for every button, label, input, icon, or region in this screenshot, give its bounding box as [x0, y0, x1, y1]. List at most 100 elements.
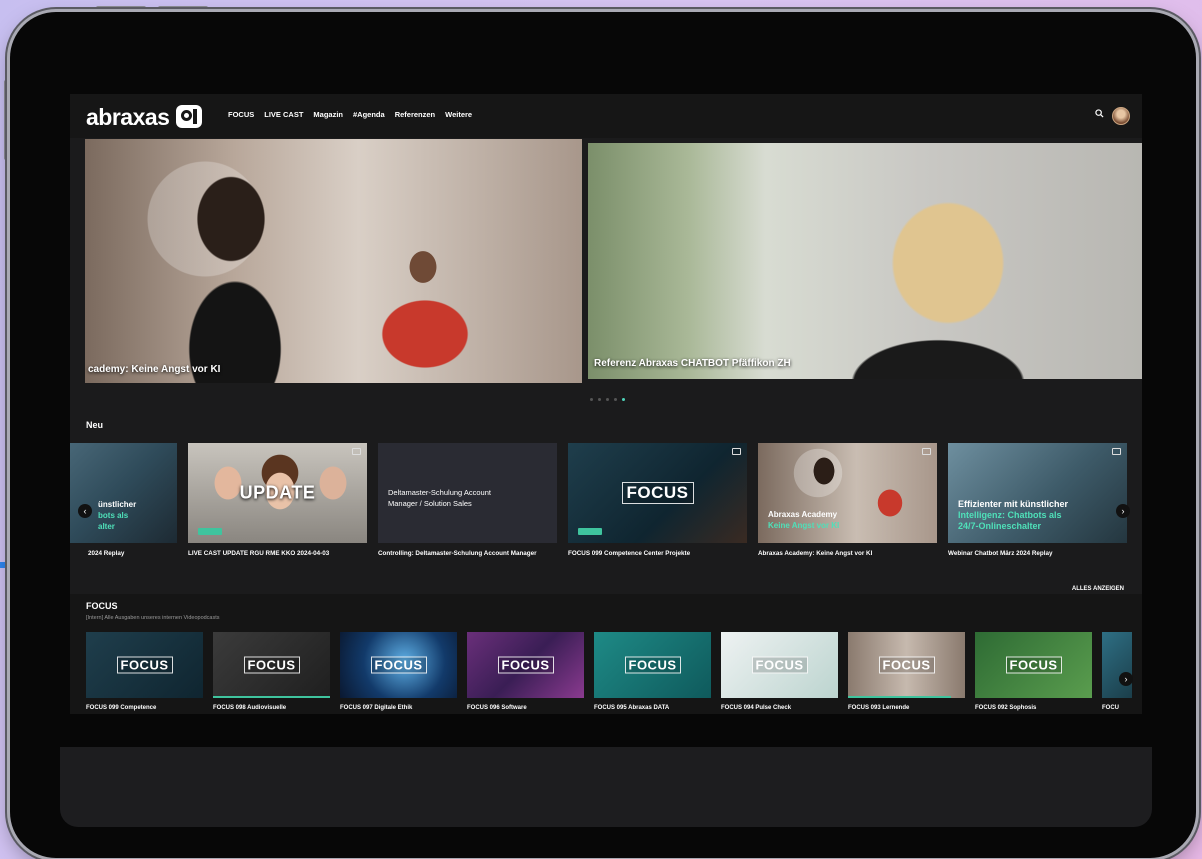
brand-logo[interactable]: abraxas — [86, 104, 170, 131]
video-card-title[interactable]: Abraxas Academy: Keine Angst vor KI — [758, 549, 937, 558]
video-card-title[interactable]: 2024 Replay — [70, 549, 177, 558]
progress-bar — [848, 696, 951, 698]
video-card-title[interactable]: FOCU — [1102, 704, 1132, 713]
video-badge-icon — [732, 448, 741, 455]
focus-episode-card[interactable]: FOCUS FOCUS 092 Sophosis — [975, 632, 1092, 713]
video-thumbnail[interactable]: FOCUS — [340, 632, 457, 698]
video-card[interactable]: UPDATE LIVE CAST UPDATE RGU RME KKO 2024… — [188, 443, 367, 558]
carousel-dot[interactable] — [606, 398, 609, 401]
nav-item-referenzen[interactable]: Referenzen — [395, 110, 435, 119]
video-card[interactable]: FOCUS FOCUS 099 Competence Center Projek… — [568, 443, 747, 558]
carousel-dot[interactable] — [590, 398, 593, 401]
carousel-next-arrow-icon[interactable]: › — [1116, 504, 1130, 518]
video-card[interactable]: Deltamaster-Schulung Account Manager / S… — [378, 443, 557, 558]
video-card-title[interactable]: FOCUS 099 Competence — [86, 704, 203, 713]
show-all-link[interactable]: ALLES ANZEIGEN — [1072, 586, 1124, 592]
video-card-title[interactable]: FOCUS 096 Software — [467, 704, 584, 713]
update-overlay-text: UPDATE — [239, 482, 316, 503]
nav-item-focus[interactable]: FOCUS — [228, 110, 254, 119]
focus-episode-card[interactable]: FOCUS FOCUS 096 Software — [467, 632, 584, 713]
video-thumbnail[interactable]: FOCUS — [721, 632, 838, 698]
top-navigation: abraxas FOCUS LIVE CAST Magazin #Agenda … — [70, 94, 1142, 138]
video-badge-icon — [922, 448, 931, 455]
video-thumbnail[interactable]: Effizienter mit künstlicher Intelligenz:… — [948, 443, 1127, 543]
section-title-focus: FOCUS — [86, 601, 118, 611]
hero-slide[interactable]: Referenz Abraxas CHATBOT Pfäffikon ZH — [588, 143, 1142, 379]
video-card-title[interactable]: FOCUS 092 Sophosis — [975, 704, 1092, 713]
video-card[interactable]: Abraxas Academy Keine Angst vor KI Abrax… — [758, 443, 937, 558]
focus-episode-card[interactable]: FOCUS FOCUS 093 Lernende — [848, 632, 965, 713]
carousel-prev-arrow-icon[interactable]: ‹ — [78, 504, 92, 518]
section-subtitle: [Intern] Alle Ausgaben unseres internen … — [86, 615, 220, 621]
video-card-title[interactable]: LIVE CAST UPDATE RGU RME KKO 2024-04-03 — [188, 549, 367, 558]
focus-overlay-text: FOCUS — [370, 656, 427, 674]
video-thumbnail[interactable]: FOCUS — [568, 443, 747, 543]
focus-episode-card[interactable]: FOCUS FOCUS 094 Pulse Check — [721, 632, 838, 713]
video-card-title[interactable]: FOCUS 098 Audiovisuelle — [213, 704, 330, 713]
video-thumbnail[interactable]: FOCUS — [467, 632, 584, 698]
video-badge-icon — [1112, 448, 1121, 455]
video-card-title[interactable]: Controlling: Deltamaster-Schulung Accoun… — [378, 549, 557, 558]
nav-item-weitere[interactable]: Weitere — [445, 110, 472, 119]
video-thumbnail[interactable] — [1102, 632, 1132, 698]
thumbnail-text: Deltamaster-Schulung Account Manager / S… — [388, 488, 491, 508]
focus-section: FOCUS [Intern] Alle Ausgaben unseres int… — [70, 594, 1142, 714]
video-card-title[interactable]: FOCUS 099 Competence Center Projekte — [568, 549, 747, 558]
focus-overlay-text: FOCUS — [621, 482, 694, 504]
device-top-button — [158, 6, 208, 11]
neu-carousel: ünstlicher bots als alter 2024 Replay UP… — [70, 443, 1127, 558]
video-thumbnail[interactable]: Deltamaster-Schulung Account Manager / S… — [378, 443, 557, 543]
nav-item-live-cast[interactable]: LIVE CAST — [264, 110, 303, 119]
device-side-button — [4, 80, 9, 160]
video-card-title[interactable]: FOCUS 094 Pulse Check — [721, 704, 838, 713]
focus-episode-card[interactable]: FOCUS FOCUS 097 Digitale Ethik — [340, 632, 457, 713]
focus-tag — [578, 528, 602, 535]
section-title-neu: Neu — [86, 420, 104, 430]
video-thumbnail[interactable]: FOCUS — [848, 632, 965, 698]
focus-carousel: FOCUS FOCUS 099 Competence FOCUS FOCUS 0… — [86, 632, 1132, 713]
device-top-button — [96, 6, 146, 11]
video-card[interactable]: Effizienter mit künstlicher Intelligenz:… — [948, 443, 1127, 558]
carousel-dot[interactable] — [614, 398, 617, 401]
video-thumbnail[interactable]: ünstlicher bots als alter — [70, 443, 177, 543]
focus-episode-card[interactable]: FOCUS FOCUS 098 Audiovisuelle — [213, 632, 330, 713]
nav-item-magazin[interactable]: Magazin — [313, 110, 343, 119]
video-card-title[interactable]: FOCUS 097 Digitale Ethik — [340, 704, 457, 713]
live-cast-tag — [198, 528, 222, 535]
focus-overlay-text: FOCUS — [116, 656, 173, 674]
focus-overlay-text: FOCUS — [243, 656, 300, 674]
hero-slide-caption: cademy: Keine Angst vor KI — [88, 364, 221, 375]
main-nav: FOCUS LIVE CAST Magazin #Agenda Referenz… — [228, 110, 472, 119]
tablet-bezel — [60, 747, 1152, 827]
video-thumbnail[interactable]: FOCUS — [594, 632, 711, 698]
video-thumbnail[interactable]: UPDATE — [188, 443, 367, 543]
user-avatar[interactable] — [1112, 107, 1130, 125]
nav-item-agenda[interactable]: #Agenda — [353, 110, 385, 119]
brand-logo-mark-icon[interactable] — [176, 105, 202, 128]
app-screen: abraxas FOCUS LIVE CAST Magazin #Agenda … — [70, 94, 1142, 714]
focus-overlay-text: FOCUS — [624, 656, 681, 674]
video-card-title[interactable]: FOCUS 095 Abraxas DATA — [594, 704, 711, 713]
video-thumbnail[interactable]: FOCUS — [86, 632, 203, 698]
focus-episode-card[interactable]: FOCUS FOCUS 099 Competence — [86, 632, 203, 713]
video-card[interactable]: ünstlicher bots als alter 2024 Replay — [70, 443, 177, 558]
video-thumbnail[interactable]: FOCUS — [975, 632, 1092, 698]
thumbnail-text: ünstlicher bots als alter — [98, 500, 137, 531]
thumbnail-text: Abraxas Academy Keine Angst vor KI — [768, 510, 840, 530]
carousel-next-arrow-icon[interactable]: › — [1119, 672, 1133, 686]
hero-slide-caption: Referenz Abraxas CHATBOT Pfäffikon ZH — [594, 358, 791, 369]
video-thumbnail[interactable]: FOCUS — [213, 632, 330, 698]
search-icon[interactable] — [1095, 109, 1104, 118]
carousel-dot[interactable] — [598, 398, 601, 401]
video-card-title[interactable]: Webinar Chatbot März 2024 Replay — [948, 549, 1127, 558]
video-badge-icon — [352, 448, 361, 455]
focus-overlay-text: FOCUS — [497, 656, 554, 674]
video-card-title[interactable]: FOCUS 093 Lernende — [848, 704, 965, 713]
carousel-dot-active[interactable] — [622, 398, 625, 401]
focus-overlay-text: FOCUS — [878, 656, 935, 674]
hero-slide[interactable]: cademy: Keine Angst vor KI — [85, 139, 582, 383]
thumbnail-text: Effizienter mit künstlicher Intelligenz:… — [958, 499, 1069, 531]
video-thumbnail[interactable]: Abraxas Academy Keine Angst vor KI — [758, 443, 937, 543]
focus-overlay-text: FOCUS — [751, 656, 808, 674]
focus-episode-card[interactable]: FOCUS FOCUS 095 Abraxas DATA — [594, 632, 711, 713]
